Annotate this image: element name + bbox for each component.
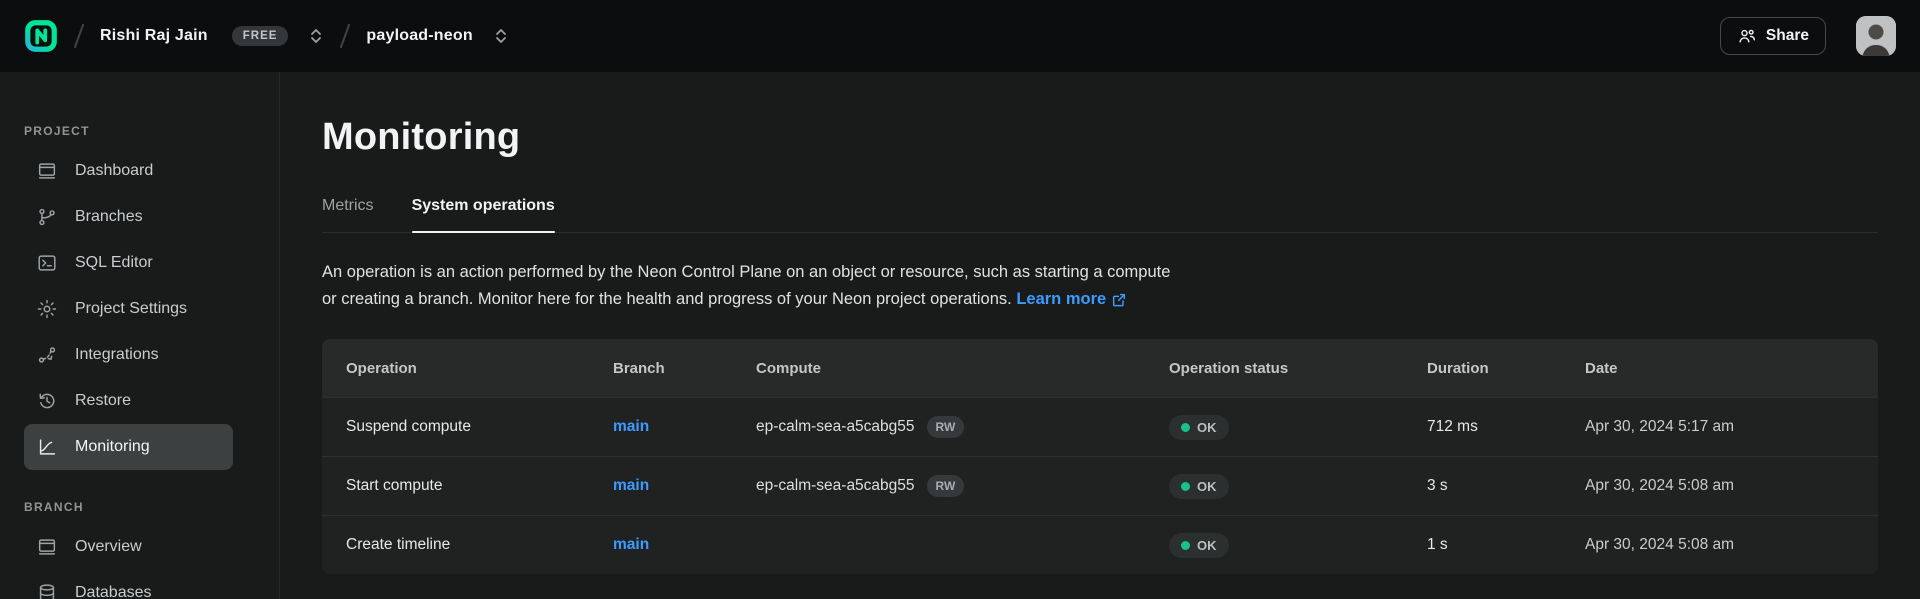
sidebar-item-dashboard[interactable]: Dashboard (24, 148, 233, 194)
topbar: Rishi Raj Jain FREE payload-neon Share (0, 0, 1920, 72)
neon-logo-icon[interactable] (24, 19, 58, 53)
sidebar-item-label: Monitoring (75, 438, 150, 456)
external-link-icon (1111, 292, 1127, 308)
date-cell: Apr 30, 2024 5:08 am (1585, 477, 1878, 495)
operation-cell: Start compute (346, 477, 613, 495)
operations-table: Operation Branch Compute Operation statu… (322, 339, 1878, 574)
operation-cell: Create timeline (346, 536, 613, 554)
table-row: Suspend compute main ep-calm-sea-a5cabg5… (322, 397, 1878, 456)
sidebar-item-label: Restore (75, 392, 131, 410)
sidebar-item-label: Dashboard (75, 162, 153, 180)
status-ok-dot-icon (1181, 482, 1190, 491)
column-header-date: Date (1585, 360, 1878, 377)
compute-endpoint: ep-calm-sea-a5cabg55 (756, 418, 915, 436)
date-cell: Apr 30, 2024 5:08 am (1585, 536, 1878, 554)
duration-cell: 712 ms (1427, 418, 1585, 436)
project-switcher-chevron-icon[interactable] (493, 27, 509, 45)
tab-bar: Metrics System operations (322, 197, 1878, 233)
sql-editor-icon (36, 252, 58, 274)
breadcrumb-divider (74, 23, 85, 48)
user-avatar[interactable] (1856, 16, 1896, 56)
duration-cell: 3 s (1427, 477, 1585, 495)
duration-cell: 1 s (1427, 536, 1585, 554)
plan-badge: FREE (232, 26, 289, 46)
monitoring-chart-icon (36, 436, 58, 458)
sidebar-item-project-settings[interactable]: Project Settings (24, 286, 233, 332)
dashboard-icon (36, 160, 58, 182)
description-line-1: An operation is an action performed by t… (322, 259, 1878, 286)
rw-badge: RW (927, 475, 965, 497)
table-row: Start compute main ep-calm-sea-a5cabg55 … (322, 456, 1878, 515)
breadcrumb-project[interactable]: payload-neon (366, 27, 472, 45)
page-title: Monitoring (322, 116, 1878, 159)
status-badge: OK (1169, 533, 1229, 558)
rw-badge: RW (927, 416, 965, 438)
tab-metrics[interactable]: Metrics (322, 197, 374, 232)
compute-cell: ep-calm-sea-a5cabg55 RW (756, 475, 1169, 497)
column-header-duration: Duration (1427, 360, 1585, 377)
sidebar-section-project: PROJECT (24, 124, 279, 138)
compute-endpoint: ep-calm-sea-a5cabg55 (756, 477, 915, 495)
status-ok-dot-icon (1181, 423, 1190, 432)
sidebar-item-label: SQL Editor (75, 254, 153, 272)
table-header-row: Operation Branch Compute Operation statu… (322, 339, 1878, 397)
tab-system-operations[interactable]: System operations (412, 197, 555, 232)
share-button[interactable]: Share (1720, 17, 1826, 55)
operations-description: An operation is an action performed by t… (322, 259, 1878, 313)
sidebar-gap (0, 470, 279, 500)
operation-cell: Suspend compute (346, 418, 613, 436)
sidebar-item-label: Overview (75, 538, 142, 556)
sidebar-item-label: Integrations (75, 346, 159, 364)
status-ok-dot-icon (1181, 541, 1190, 550)
sidebar-item-databases[interactable]: Databases (24, 570, 233, 599)
breadcrumb-divider (340, 23, 351, 48)
column-header-operation: Operation (346, 360, 613, 377)
status-badge: OK (1169, 474, 1229, 499)
main-content: Monitoring Metrics System operations An … (280, 72, 1920, 599)
sidebar-item-overview[interactable]: Overview (24, 524, 233, 570)
sidebar-item-label: Databases (75, 584, 152, 599)
sidebar: PROJECT Dashboard Branches SQL Editor (0, 72, 280, 599)
branch-link[interactable]: main (613, 536, 649, 553)
branches-icon (36, 206, 58, 228)
org-switcher-chevron-icon[interactable] (308, 27, 324, 45)
status-badge: OK (1169, 415, 1229, 440)
integrations-icon (36, 344, 58, 366)
column-header-operation-status: Operation status (1169, 360, 1427, 377)
branch-link[interactable]: main (613, 418, 649, 435)
branch-link[interactable]: main (613, 477, 649, 494)
sidebar-item-integrations[interactable]: Integrations (24, 332, 233, 378)
column-header-branch: Branch (613, 360, 756, 377)
overview-icon (36, 536, 58, 558)
learn-more-link[interactable]: Learn more (1016, 286, 1127, 313)
sidebar-item-monitoring[interactable]: Monitoring (24, 424, 233, 470)
sidebar-item-label: Branches (75, 208, 143, 226)
sidebar-item-branches[interactable]: Branches (24, 194, 233, 240)
date-cell: Apr 30, 2024 5:17 am (1585, 418, 1878, 436)
gear-icon (36, 298, 58, 320)
table-row: Create timeline main OK 1 s Apr 30, 2024… (322, 515, 1878, 574)
share-users-icon (1737, 26, 1757, 46)
sidebar-section-branch: BRANCH (24, 500, 279, 514)
description-line-2: or creating a branch. Monitor here for t… (322, 286, 1878, 313)
compute-cell: ep-calm-sea-a5cabg55 RW (756, 416, 1169, 438)
databases-icon (36, 582, 58, 599)
breadcrumb-org[interactable]: Rishi Raj Jain (100, 27, 208, 45)
sidebar-item-restore[interactable]: Restore (24, 378, 233, 424)
column-header-compute: Compute (756, 360, 1169, 377)
share-button-label: Share (1766, 27, 1809, 45)
restore-history-icon (36, 390, 58, 412)
sidebar-item-label: Project Settings (75, 300, 187, 318)
sidebar-item-sql-editor[interactable]: SQL Editor (24, 240, 233, 286)
